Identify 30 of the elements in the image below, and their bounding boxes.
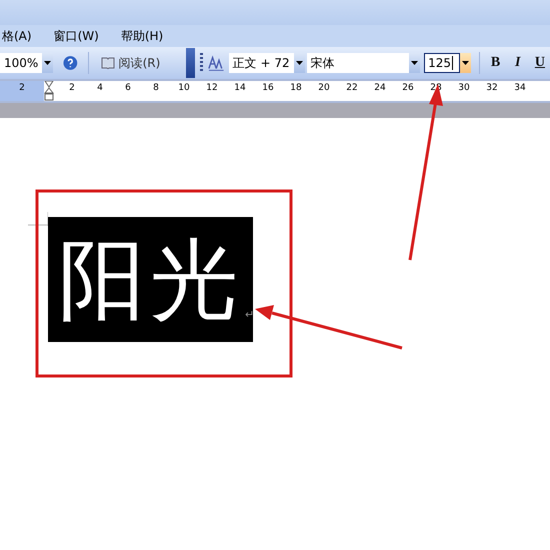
ruler-number: 18 xyxy=(289,82,303,93)
menu-item[interactable]: 格(A) xyxy=(0,26,34,46)
ruler-number: 24 xyxy=(373,82,387,93)
ruler-number: 34 xyxy=(513,82,527,93)
font-size-field[interactable]: 125 xyxy=(424,53,460,73)
ruler-number: 22 xyxy=(345,82,359,93)
ruler-number: 8 xyxy=(152,82,160,93)
ruler-number: 16 xyxy=(261,82,275,93)
format-button[interactable]: I xyxy=(508,55,528,71)
document-text: 阳光 xyxy=(58,236,242,324)
ruler-number: 30 xyxy=(457,82,471,93)
ruler-number: 2 xyxy=(68,82,76,93)
ruler-number: 14 xyxy=(233,82,247,93)
paragraph-mark: ↵ xyxy=(245,308,254,321)
ruler-number: 2 xyxy=(0,81,44,101)
ruler-number: 10 xyxy=(177,82,191,93)
read-button[interactable]: 阅读(R) xyxy=(92,52,168,74)
style-field[interactable]: 正文 + 72 xyxy=(228,53,294,73)
ruler-number: 4 xyxy=(96,82,104,93)
format-button[interactable]: U xyxy=(530,55,550,71)
menu-item[interactable]: 帮助(H) xyxy=(118,26,166,46)
menu-item[interactable]: 窗口(W) xyxy=(52,26,101,46)
ruler-number: 26 xyxy=(401,82,415,93)
ruler-number: 32 xyxy=(485,82,499,93)
font-field[interactable]: 宋体 xyxy=(306,53,410,73)
ruler-number: 6 xyxy=(124,82,132,93)
ruler-number: 12 xyxy=(205,82,219,93)
zoom-field[interactable]: 100% xyxy=(0,53,42,73)
ruler-number: 20 xyxy=(317,82,331,93)
format-button[interactable]: B xyxy=(486,55,506,71)
